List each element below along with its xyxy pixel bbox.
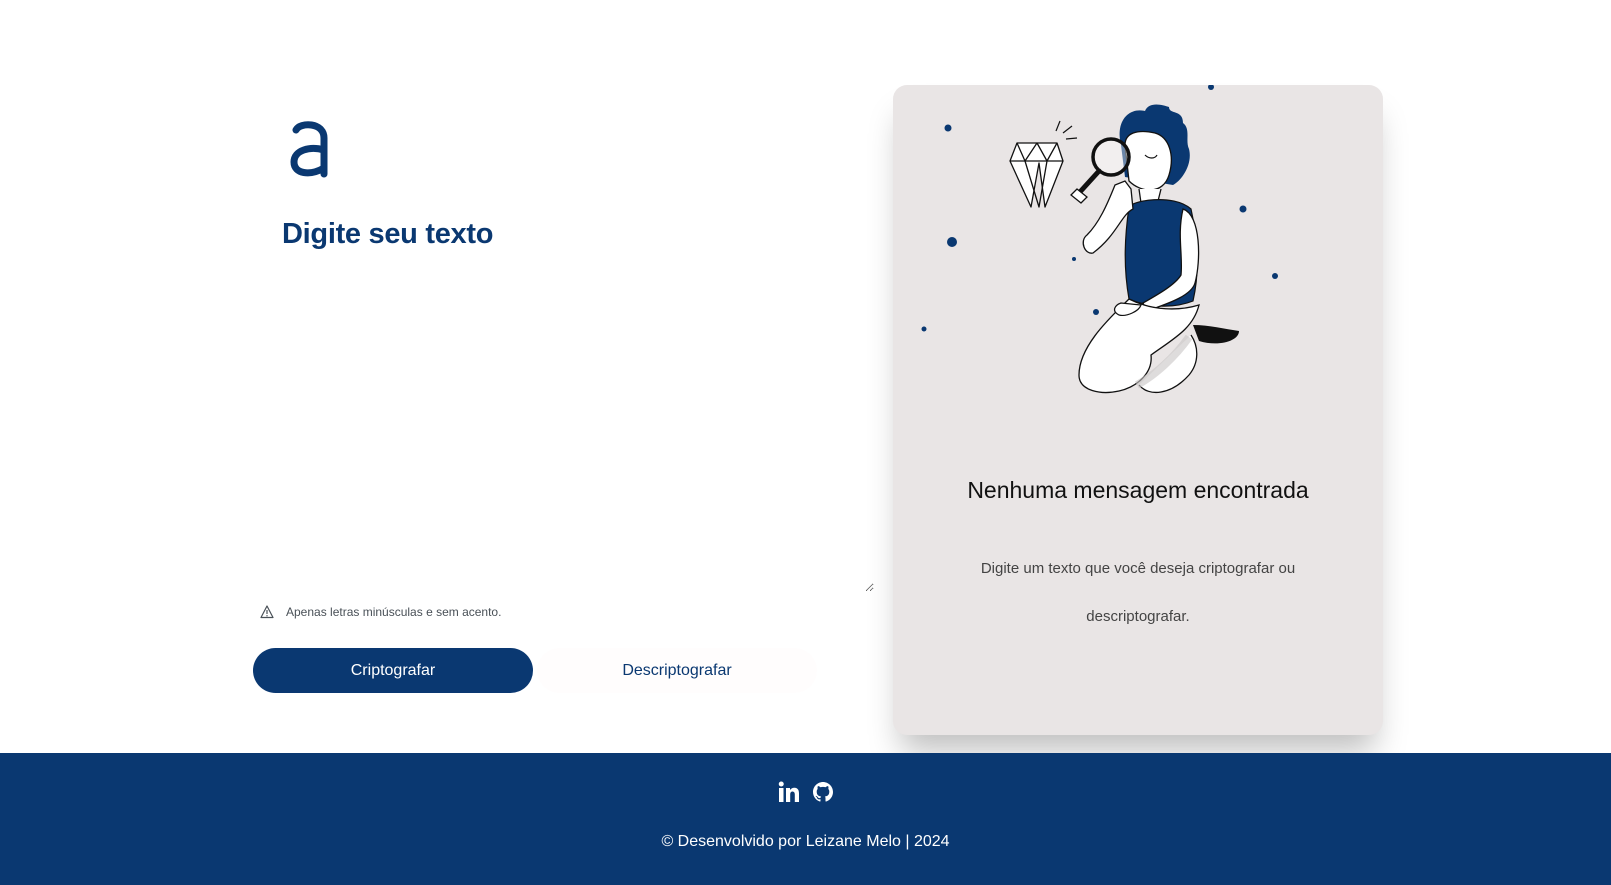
warning-icon [260,605,274,619]
output-panel: Nenhuma mensagem encontrada Digite um te… [893,85,1383,735]
alura-logo[interactable] [290,120,330,180]
hint-text: Apenas letras minúsculas e sem acento. [286,605,502,619]
text-input[interactable] [280,280,874,592]
empty-message-title: Nenhuma mensagem encontrada [967,477,1309,503]
empty-message-text: Digite um texto que você deseja criptogr… [980,560,1296,625]
linkedin-icon[interactable] [778,781,800,803]
encrypt-button[interactable]: Criptografar [253,648,533,693]
search-illustration [921,85,1278,394]
github-icon[interactable] [812,781,834,803]
footer: © Desenvolvido por Leizane Melo | 2024 [0,753,1611,885]
input-hint: Apenas letras minúsculas e sem acento. [260,605,501,619]
copyright-text: © Desenvolvido por Leizane Melo | 2024 [661,833,950,850]
page-title: Digite seu texto [282,218,494,250]
decrypt-button[interactable]: Descriptografar [537,648,817,693]
social-links [0,781,1611,803]
